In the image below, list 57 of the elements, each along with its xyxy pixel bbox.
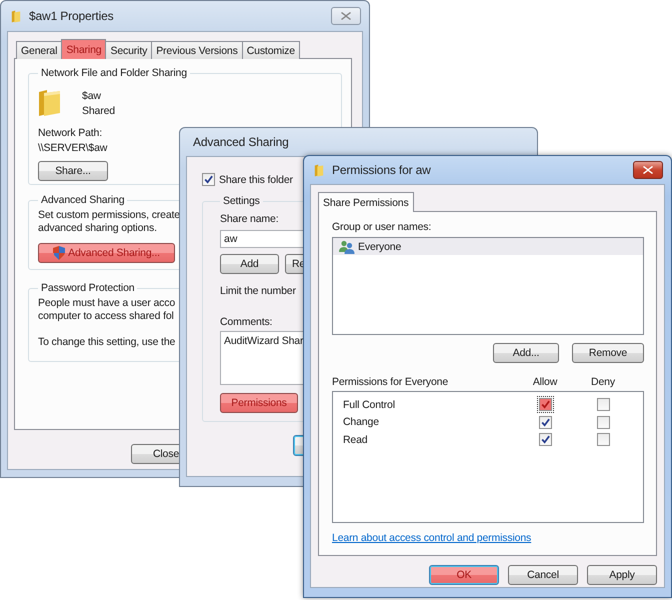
dialog-button[interactable]: Apply [587,565,657,585]
list-item[interactable]: Everyone [333,238,643,255]
permission-name: Read [343,434,369,446]
path-label: Network Path: [38,127,102,140]
field-label: Comments: [220,316,272,329]
help-link[interactable]: Learn about access control and permissions [332,532,532,544]
close-icon [643,166,653,174]
close-icon [341,12,351,20]
dialog-button[interactable]: OK [429,565,499,585]
users-icon [339,240,355,254]
share-status: Shared [82,104,115,116]
dialog-button[interactable]: Remove [572,343,644,363]
tab[interactable]: Security [105,41,152,59]
permission-name: Full Control [343,398,396,411]
group-title: Settings [222,195,261,207]
column-header: Allow [532,376,558,388]
dialog-button[interactable]: Add... [493,343,559,363]
column-header: Deny [590,376,616,388]
checkbox[interactable] [596,416,610,429]
share-button[interactable]: Share... [38,161,108,181]
checkbox-label: Share this folder [219,174,293,186]
checkbox[interactable] [596,398,610,412]
dialog-button[interactable]: Cancel [508,565,578,585]
tab[interactable]: Customize [242,41,300,59]
window-title: $aw1 Properties [29,9,114,23]
checkbox[interactable] [538,433,552,446]
group-title: Advanced Sharing [40,194,126,206]
description-text: Set custom permissions, create [38,209,180,222]
group-title: Network File and Folder Sharing [40,67,188,79]
description-text: To change this setting, use the [38,336,176,349]
checkbox[interactable] [538,398,552,412]
folder-name: $aw [82,90,102,102]
window-title: Advanced Sharing [193,135,289,149]
folder-icon [38,88,62,118]
tab[interactable]: General [16,41,62,59]
checkbox[interactable] [538,416,552,429]
description-text: advanced sharing options. [38,222,157,235]
checkbox[interactable] [202,173,215,186]
list-label: Permissions for Everyone [332,376,450,388]
folder-icon [314,162,324,178]
tab[interactable]: Share Permissions [318,192,414,212]
shield-icon [53,246,66,260]
tab[interactable]: Previous Versions [151,41,243,59]
description-text: People must have a user acco [38,297,176,310]
close-button[interactable] [633,161,663,179]
field-label: Share name: [220,213,278,226]
network-path: \\SERVER\$aw [38,142,108,155]
permission-name: Change [343,416,380,428]
folder-icon [11,8,21,24]
checkbox[interactable] [596,433,610,446]
description-text: Limit the number [220,285,296,298]
dialog-button[interactable]: Add [220,254,279,274]
list-label: Group or user names: [332,221,432,234]
permissions-button[interactable]: Permissions [220,393,298,413]
window-title: Permissions for aw [332,163,431,177]
group-title: Password Protection [40,282,136,294]
description-text: computer to access shared fol [38,310,174,323]
